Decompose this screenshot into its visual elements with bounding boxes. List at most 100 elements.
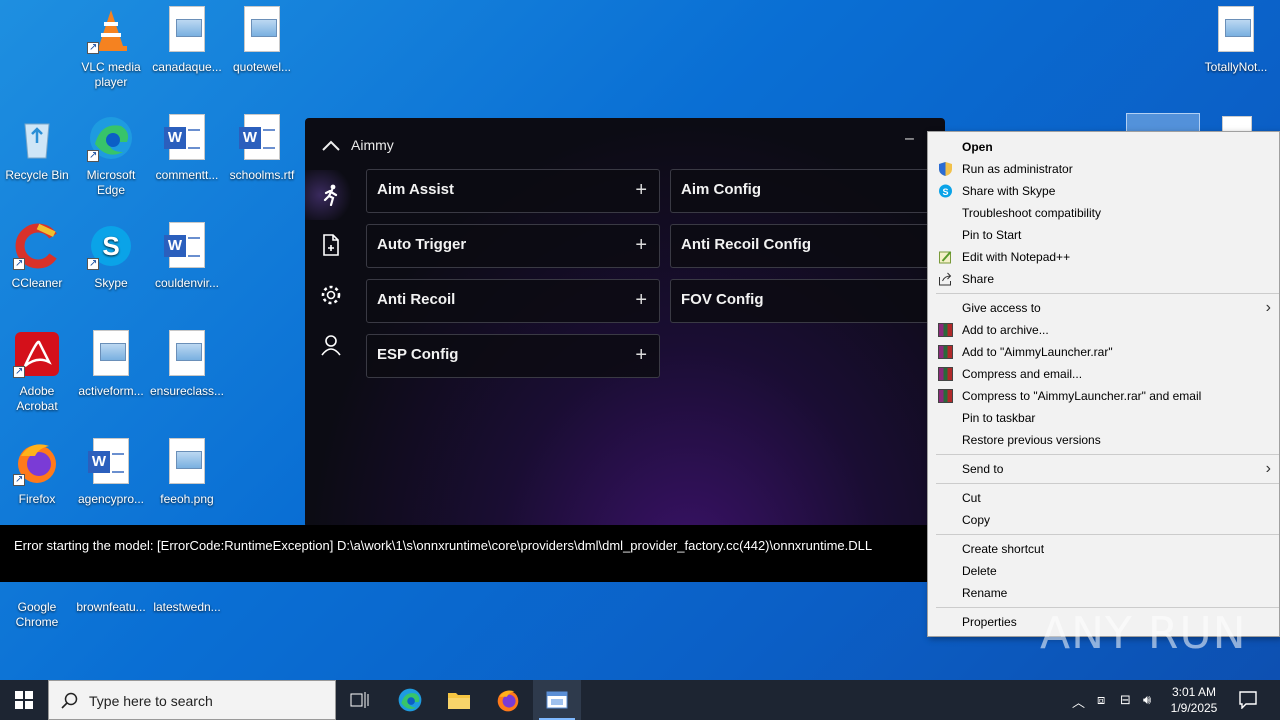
error-text: Error starting the model: [ErrorCode:Run…: [14, 538, 873, 553]
shortcut-arrow-icon: [13, 472, 25, 487]
menu-item-share[interactable]: Share: [928, 268, 1279, 290]
menu-item-label: Copy: [962, 513, 991, 527]
menu-item-compress-email[interactable]: Compress and email...: [928, 363, 1279, 385]
menu-item-cut[interactable]: Cut: [928, 487, 1279, 509]
menu-item-delete[interactable]: Delete: [928, 560, 1279, 582]
taskbar-firefox[interactable]: [484, 680, 532, 720]
menu-item-copy[interactable]: Copy: [928, 509, 1279, 531]
desktop-icon-ensureclass[interactable]: ensureclass...: [149, 330, 225, 399]
network-icon[interactable]: ⊟: [1120, 692, 1131, 708]
menu-item-pin-taskbar[interactable]: Pin to taskbar: [928, 407, 1279, 429]
ccleaner-icon: [13, 222, 61, 271]
menu-separator: [936, 293, 1279, 294]
menu-item-label: Add to archive...: [962, 323, 1049, 337]
menu-item-label: Troubleshoot compatibility: [962, 206, 1101, 220]
desktop-icon-skype[interactable]: S Skype: [73, 222, 149, 291]
menu-item-add-to-rar[interactable]: Add to "AimmyLauncher.rar": [928, 341, 1279, 363]
desktop-icon-label: TotallyNot...: [1204, 60, 1268, 74]
desktop-icon-agencypro[interactable]: W agencypro...: [73, 438, 149, 507]
desktop-icon-edge[interactable]: Microsoft Edge: [73, 114, 149, 198]
sidebar-account[interactable]: [305, 320, 357, 370]
menu-item-label: Add to "AimmyLauncher.rar": [962, 345, 1113, 359]
gear-icon: [321, 285, 341, 305]
tray-overflow-chevron-icon[interactable]: ︿: [1072, 692, 1085, 711]
desktop-icon-feeoh[interactable]: feeoh.png: [149, 438, 225, 507]
desktop-icon-recycle-bin[interactable]: Recycle Bin: [0, 114, 75, 183]
menu-item-label: Share with Skype: [962, 184, 1056, 198]
notification-icon: [1239, 691, 1257, 709]
menu-item-troubleshoot[interactable]: Troubleshoot compatibility: [928, 202, 1279, 224]
minimize-button[interactable]: –: [905, 130, 914, 148]
menu-item-edit-notepadpp[interactable]: Edit with Notepad++: [928, 246, 1279, 268]
auto-trigger-card[interactable]: Auto Trigger +: [366, 224, 660, 268]
firefox-icon: [497, 690, 519, 712]
anti-recoil-config-card[interactable]: Anti Recoil Config: [670, 224, 945, 268]
action-center-button[interactable]: [1224, 680, 1272, 720]
menu-item-send-to[interactable]: Send to ›: [928, 458, 1279, 480]
start-button[interactable]: [0, 680, 48, 720]
folder-icon: [448, 693, 470, 709]
desktop-icon-quotewel[interactable]: quotewel...: [224, 6, 300, 75]
task-view-button[interactable]: [336, 680, 384, 720]
word-file-icon: W: [88, 438, 129, 484]
menu-item-compress-rar-email[interactable]: Compress to "AimmyLauncher.rar" and emai…: [928, 385, 1279, 407]
menu-item-share-skype[interactable]: S Share with Skype: [928, 180, 1279, 202]
tray-device-icon[interactable]: ⧈: [1097, 692, 1105, 708]
menu-item-label: Send to: [962, 462, 1004, 476]
menu-item-label: Compress and email...: [962, 367, 1083, 381]
share-icon: [939, 272, 952, 286]
sidebar-settings[interactable]: [305, 270, 357, 320]
taskbar-file-explorer[interactable]: [435, 680, 483, 720]
vlc-icon: [87, 6, 135, 55]
desktop-icon-commentt[interactable]: W commentt...: [149, 114, 225, 183]
desktop-icon-label: feeoh.png: [160, 492, 214, 506]
desktop-icon-totallynot[interactable]: TotallyNot...: [1198, 6, 1274, 75]
expand-plus-icon[interactable]: +: [635, 344, 647, 367]
volume-icon[interactable]: 🔊︎: [1143, 692, 1151, 708]
taskbar-edge[interactable]: [386, 680, 434, 720]
menu-item-open[interactable]: Open: [928, 136, 1279, 158]
desktop-file-icon-partial[interactable]: [1222, 116, 1252, 132]
esp-config-card[interactable]: ESP Config +: [366, 334, 660, 378]
shortcut-arrow-icon: [87, 40, 99, 55]
aimmy-title: Aimmy: [351, 137, 394, 153]
menu-item-restore-versions[interactable]: Restore previous versions: [928, 429, 1279, 451]
fov-config-card[interactable]: FOV Config: [670, 279, 945, 323]
clock-date: 1/9/2025: [1170, 701, 1218, 715]
context-menu: Open Run as administrator S Share with S…: [927, 131, 1280, 637]
desktop-icon-canadaque[interactable]: canadaque...: [149, 6, 225, 75]
taskbar-search[interactable]: Type here to search: [48, 680, 336, 720]
menu-separator: [936, 483, 1279, 484]
sidebar-aim-menu[interactable]: [305, 170, 357, 220]
anti-recoil-card[interactable]: Anti Recoil +: [366, 279, 660, 323]
expand-plus-icon[interactable]: +: [635, 179, 647, 202]
desktop-icon-selected[interactable]: [1126, 113, 1200, 133]
desktop-icon-couldenvir[interactable]: W couldenvir...: [149, 222, 225, 291]
menu-item-pin-start[interactable]: Pin to Start: [928, 224, 1279, 246]
recycle-bin-icon: [13, 114, 61, 162]
menu-item-add-archive[interactable]: Add to archive...: [928, 319, 1279, 341]
search-placeholder: Type here to search: [89, 693, 213, 709]
menu-item-run-as-admin[interactable]: Run as administrator: [928, 158, 1279, 180]
aim-assist-card[interactable]: Aim Assist +: [366, 169, 660, 213]
expand-plus-icon[interactable]: +: [635, 234, 647, 257]
aim-config-card[interactable]: Aim Config: [670, 169, 945, 213]
menu-item-create-shortcut[interactable]: Create shortcut: [928, 538, 1279, 560]
taskbar-aimmy[interactable]: [533, 680, 581, 720]
collapse-chevron-icon[interactable]: [321, 138, 341, 152]
menu-item-rename[interactable]: Rename: [928, 582, 1279, 604]
aimmy-sidebar: [305, 170, 357, 370]
desktop-icon-vlc[interactable]: VLC media player: [73, 6, 149, 90]
expand-plus-icon[interactable]: +: [635, 289, 647, 312]
shortcut-arrow-icon: [87, 256, 99, 271]
desktop-icon-schoolms[interactable]: W schoolms.rtf: [224, 114, 300, 183]
taskbar-clock[interactable]: 3:01 AM 1/9/2025: [1160, 684, 1228, 716]
desktop-icon-ccleaner[interactable]: CCleaner: [0, 222, 75, 291]
menu-item-give-access[interactable]: Give access to ›: [928, 297, 1279, 319]
desktop-icon-firefox[interactable]: Firefox: [0, 438, 75, 507]
firefox-icon: [13, 438, 61, 487]
desktop-icon-activeform[interactable]: activeform...: [73, 330, 149, 399]
desktop-icon-adobe-acrobat[interactable]: Adobe Acrobat: [0, 330, 75, 414]
sidebar-configs[interactable]: [305, 220, 357, 270]
desktop-icon-label: activeform...: [78, 384, 144, 398]
